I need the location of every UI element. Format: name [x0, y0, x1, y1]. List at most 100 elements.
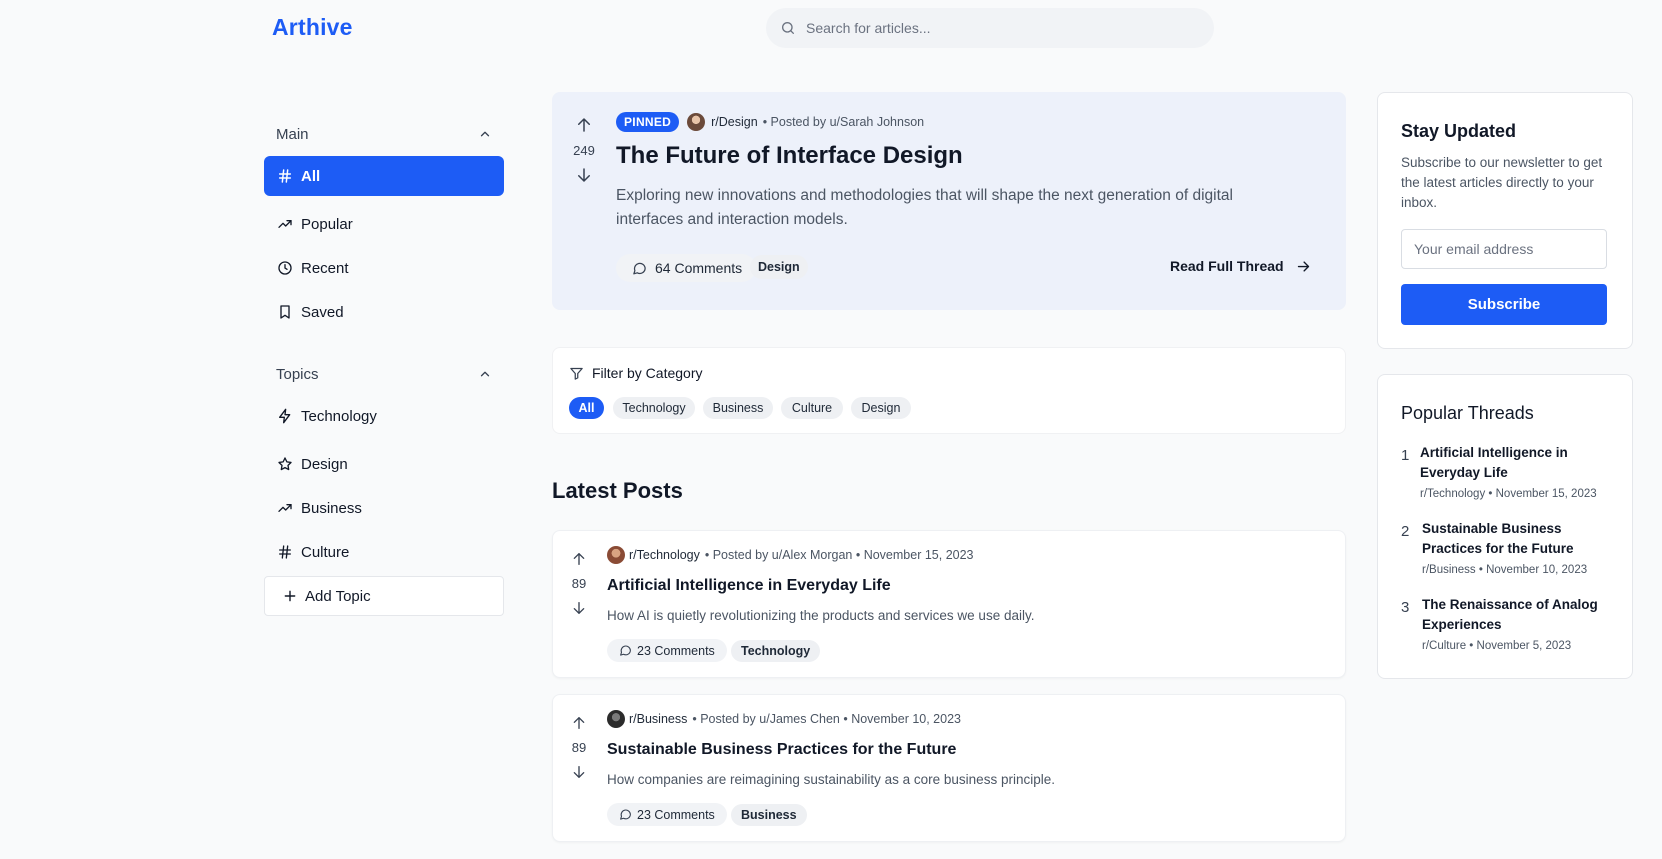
main-section-label: Main: [276, 125, 309, 143]
subreddit-link[interactable]: r/Technology: [629, 548, 700, 562]
post-meta: r/Technology • Posted by u/Alex Morgan •…: [607, 546, 974, 564]
sidebar-item-label: Technology: [301, 407, 377, 425]
post-tag[interactable]: Technology: [731, 640, 821, 662]
newsletter-text: Subscribe to our newsletter to get the l…: [1401, 155, 1603, 210]
logo[interactable]: Arthive: [272, 14, 353, 41]
downvote-icon[interactable]: [575, 166, 593, 184]
sidebar-item-design[interactable]: Design: [264, 444, 504, 484]
post-meta: PINNED r/Design • Posted by u/Sarah John…: [616, 112, 924, 132]
post-title[interactable]: The Future of Interface Design: [616, 142, 963, 170]
star-icon: [277, 456, 293, 472]
bookmark-icon: [277, 304, 293, 320]
filter-heading: Filter by Category: [569, 365, 702, 381]
popular-thread-meta: r/Business • November 10, 2023: [1422, 564, 1588, 576]
avatar: [607, 710, 625, 728]
sidebar-item-all[interactable]: All: [264, 156, 504, 196]
upvote-icon[interactable]: [571, 551, 587, 567]
comments-label: 64 Comments: [655, 260, 743, 276]
post-card[interactable]: 89 r/Business • Posted by u/James Chen •…: [552, 694, 1346, 842]
upvote-icon[interactable]: [571, 715, 587, 731]
sidebar-item-saved[interactable]: Saved: [264, 292, 504, 332]
vote-count: 89: [571, 576, 587, 591]
subscribe-button[interactable]: Subscribe: [1401, 284, 1607, 325]
filter-chip-technology[interactable]: Technology: [613, 397, 695, 419]
hash-icon: [277, 544, 293, 560]
post-excerpt: How AI is quietly revolutionizing the pr…: [607, 608, 1035, 623]
popular-thread-title[interactable]: Artificial Intelligence in Everyday Life: [1420, 443, 1600, 483]
hash-icon: [277, 168, 293, 184]
popular-rank: 3: [1401, 599, 1410, 616]
sidebar-item-label: Saved: [301, 303, 344, 321]
comments-button[interactable]: 23 Comments: [607, 639, 727, 662]
filter-icon: [569, 366, 584, 381]
category-filter: Filter by Category All Technology Busine…: [552, 347, 1346, 434]
main-section-header[interactable]: Main: [264, 122, 504, 146]
trending-up-icon: [277, 216, 293, 232]
sidebar-item-popular[interactable]: Popular: [264, 204, 504, 244]
popular-rank: 2: [1401, 523, 1410, 540]
add-topic-label: Add Topic: [305, 587, 371, 605]
subreddit-link[interactable]: r/Design: [711, 115, 758, 129]
search-input[interactable]: [806, 20, 1186, 36]
latest-posts-heading: Latest Posts: [552, 478, 683, 503]
topics-section-header[interactable]: Topics: [264, 362, 504, 386]
pinned-post[interactable]: 249 PINNED r/Design • Posted by u/Sarah …: [552, 92, 1346, 310]
subreddit-link[interactable]: r/Business: [629, 712, 687, 726]
vote-count: 89: [571, 740, 587, 755]
downvote-icon[interactable]: [571, 600, 587, 616]
zap-icon: [277, 408, 293, 424]
popular-thread-title[interactable]: The Renaissance of Analog Experiences: [1422, 595, 1602, 635]
pinned-badge: PINNED: [616, 112, 680, 132]
sidebar-item-label: Recent: [301, 259, 349, 277]
email-field[interactable]: [1401, 229, 1607, 269]
comments-button[interactable]: 64 Comments: [616, 254, 757, 282]
sidebar-item-business[interactable]: Business: [264, 488, 504, 528]
filter-chip-all[interactable]: All: [569, 397, 604, 419]
posted-by: • Posted by u/Alex Morgan • November 15,…: [704, 548, 974, 562]
upvote-icon[interactable]: [575, 116, 593, 134]
post-meta: r/Business • Posted by u/James Chen • No…: [607, 710, 961, 728]
popular-rank: 1: [1401, 447, 1410, 464]
sidebar-item-label: Design: [301, 455, 348, 473]
vote-control: 249: [572, 116, 596, 184]
sidebar-item-technology[interactable]: Technology: [264, 396, 504, 436]
topics-section-label: Topics: [276, 365, 319, 383]
sidebar-item-label: Culture: [301, 543, 350, 561]
popular-thread-meta: r/Culture • November 5, 2023: [1422, 640, 1572, 652]
arrow-right-icon: [1296, 259, 1311, 274]
read-full-thread-link[interactable]: Read Full Thread: [1170, 258, 1311, 274]
filter-chip-business[interactable]: Business: [703, 397, 773, 419]
filter-chip-design[interactable]: Design: [851, 397, 911, 419]
downvote-icon[interactable]: [571, 764, 587, 780]
comment-icon: [619, 808, 632, 821]
filter-label: Filter by Category: [592, 365, 703, 381]
search-icon: [780, 20, 796, 36]
post-card[interactable]: 89 r/Technology • Posted by u/Alex Morga…: [552, 530, 1346, 678]
sidebar-item-label: Popular: [301, 215, 353, 233]
post-title[interactable]: Artificial Intelligence in Everyday Life: [607, 577, 891, 595]
sidebar-item-recent[interactable]: Recent: [264, 248, 504, 288]
post-tag[interactable]: Business: [731, 804, 807, 826]
plus-icon: [283, 589, 297, 603]
popular-threads-title: Popular Threads: [1401, 403, 1534, 423]
chevron-up-icon[interactable]: [478, 367, 492, 381]
chevron-up-icon[interactable]: [478, 127, 492, 141]
post-tag[interactable]: Design: [750, 255, 808, 279]
popular-thread-title[interactable]: Sustainable Business Practices for the F…: [1422, 519, 1602, 559]
sidebar-item-label: Business: [301, 499, 362, 517]
add-topic-button[interactable]: Add Topic: [264, 576, 504, 616]
comment-icon: [619, 644, 632, 657]
vote-control: 89: [567, 551, 591, 616]
read-full-thread-label: Read Full Thread: [1170, 258, 1284, 274]
filter-chip-culture[interactable]: Culture: [781, 397, 843, 419]
post-excerpt: How companies are reimagining sustainabi…: [607, 772, 1055, 787]
posted-by: • Posted by u/Sarah Johnson: [762, 115, 925, 129]
search-bar[interactable]: [766, 8, 1214, 48]
avatar: [687, 113, 706, 131]
comments-label: 23 Comments: [637, 807, 715, 822]
comments-button[interactable]: 23 Comments: [607, 803, 727, 826]
sidebar-item-culture[interactable]: Culture: [264, 532, 504, 572]
comment-icon: [632, 261, 647, 276]
post-title[interactable]: Sustainable Business Practices for the F…: [607, 741, 956, 759]
post-excerpt: Exploring new innovations and methodolog…: [616, 187, 1233, 228]
